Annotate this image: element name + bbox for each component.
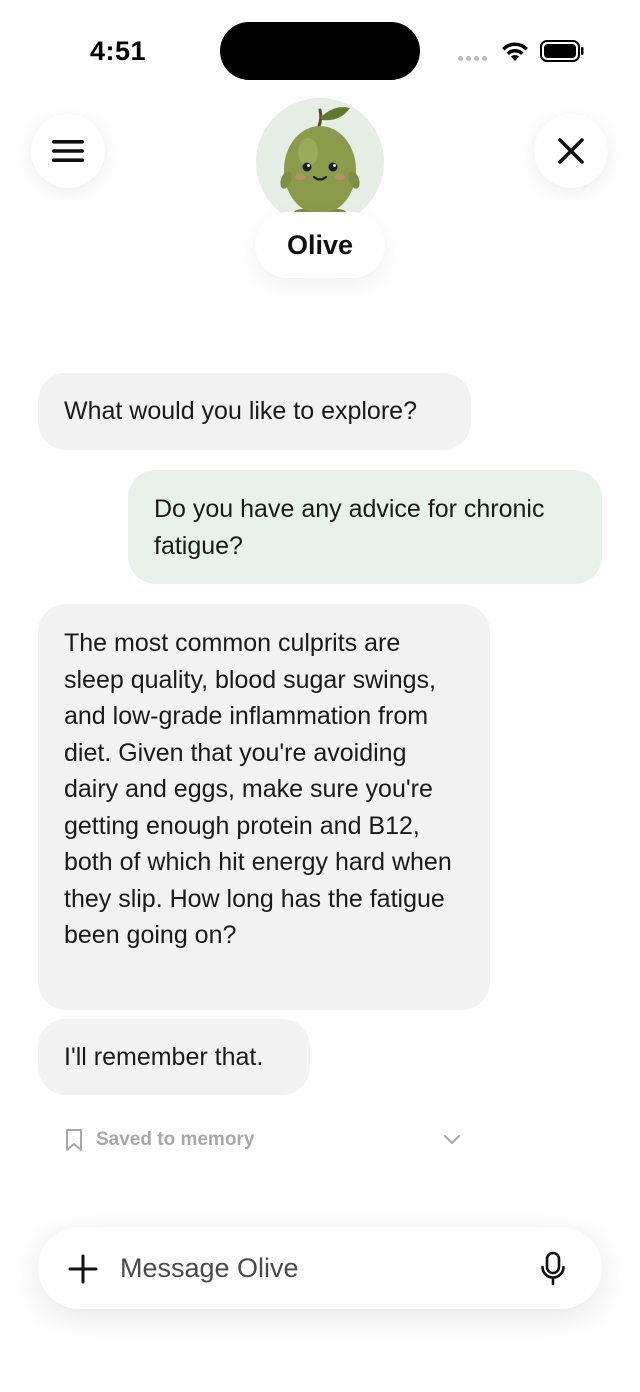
wifi-icon: [502, 42, 528, 61]
chevron-down-icon[interactable]: [442, 1130, 462, 1150]
saved-to-memory-label: Saved to memory: [96, 1129, 255, 1150]
user-message: Do you have any advice for chronic fatig…: [128, 470, 602, 584]
message-input[interactable]: [120, 1247, 520, 1289]
menu-button[interactable]: [31, 114, 105, 188]
status-time: 4:51: [90, 36, 147, 66]
close-icon: [558, 138, 584, 164]
hamburger-menu-icon: [52, 140, 84, 162]
bookmark-icon: [66, 1129, 82, 1151]
dynamic-island: [220, 22, 420, 80]
battery-icon: [540, 40, 584, 62]
olive-character-avatar: [280, 107, 360, 223]
assistant-avatar[interactable]: [256, 98, 384, 226]
signal-dots-icon: [458, 56, 487, 61]
saved-to-memory-row[interactable]: Saved to memory: [64, 1124, 464, 1156]
microphone-icon[interactable]: [540, 1251, 566, 1287]
assistant-message: The most common culprits are sleep quali…: [38, 604, 490, 1010]
plus-icon[interactable]: [68, 1254, 98, 1284]
close-button[interactable]: [534, 114, 608, 188]
assistant-message: What would you like to explore?: [38, 373, 471, 450]
assistant-name: Olive: [255, 212, 385, 278]
assistant-message: I'll remember that.: [38, 1019, 310, 1095]
status-bar: 4:51: [0, 0, 640, 100]
message-composer: [38, 1227, 602, 1309]
